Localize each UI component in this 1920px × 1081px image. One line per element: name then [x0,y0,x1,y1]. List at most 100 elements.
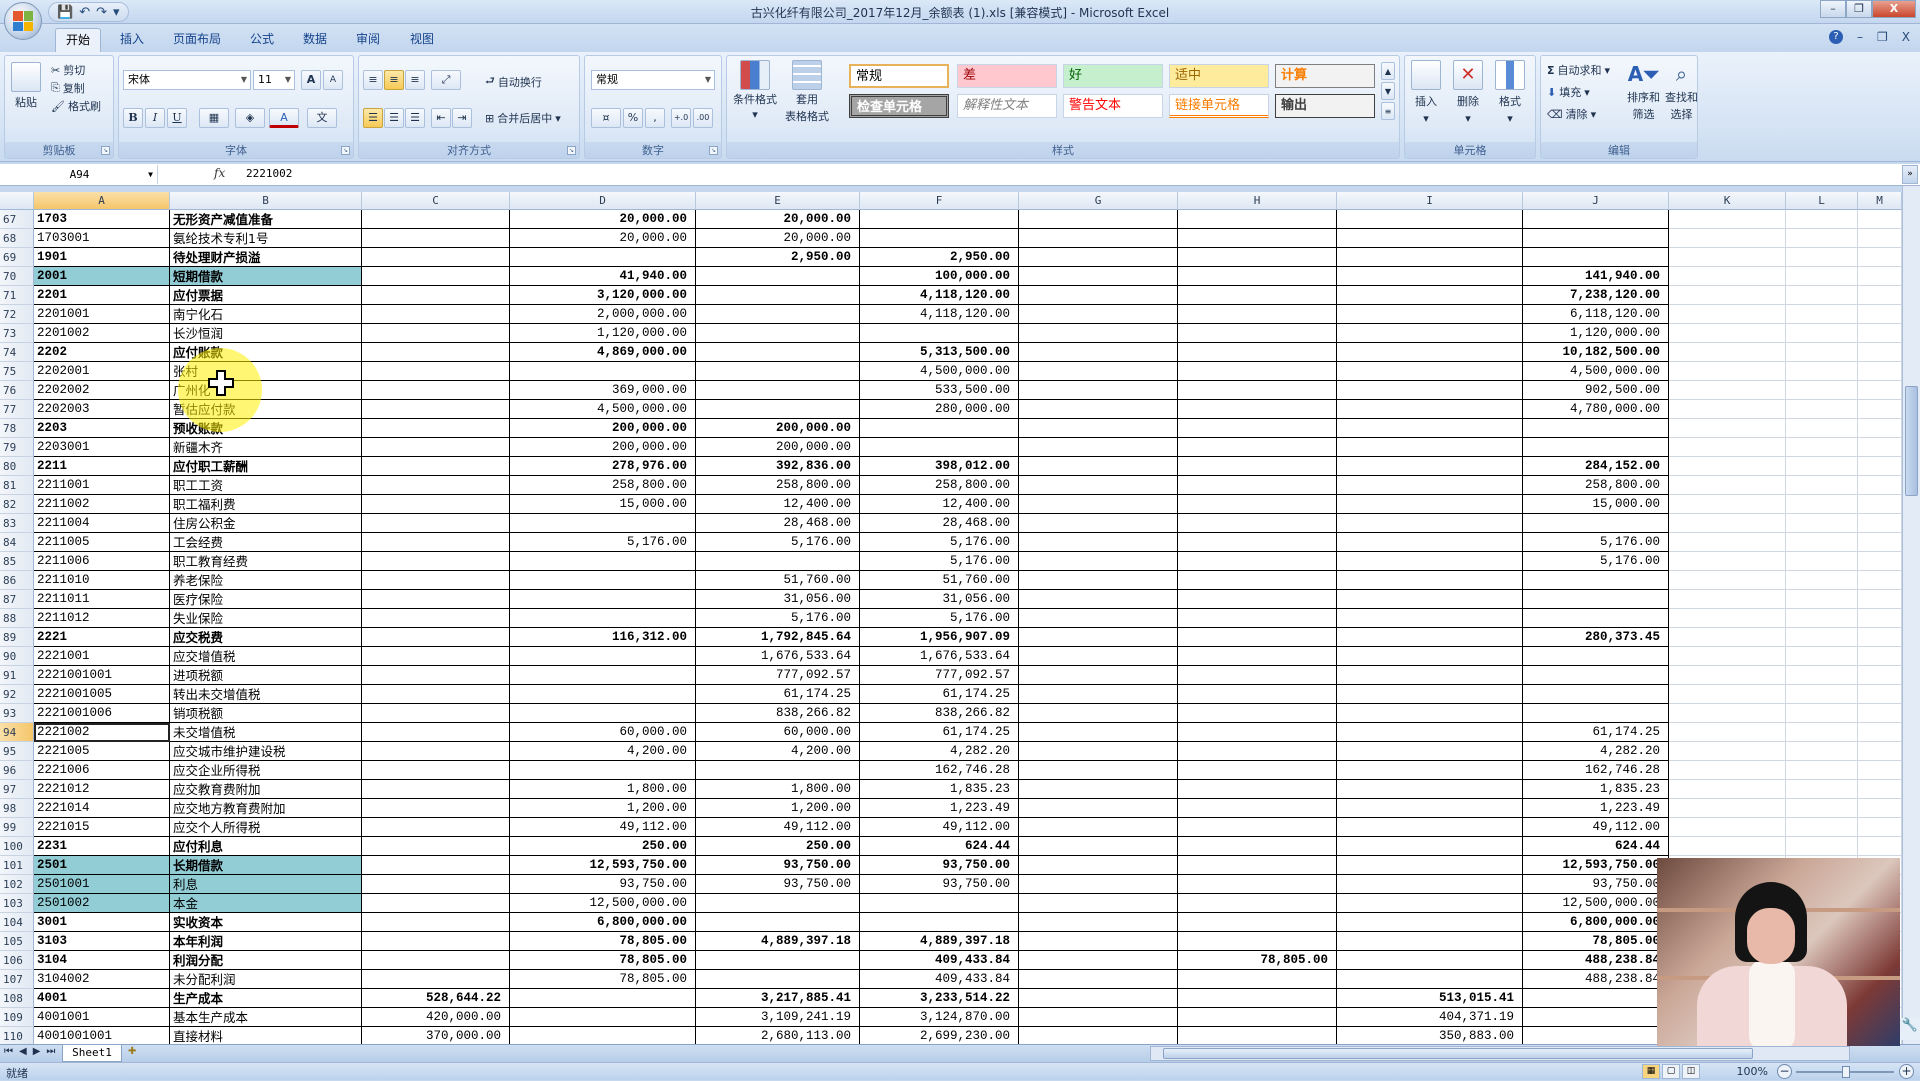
cell-h75[interactable] [1178,362,1337,381]
cell-f96[interactable]: 162,746.28 [860,761,1019,780]
increase-indent-button[interactable]: ⇥ [452,108,472,128]
cell-k93[interactable] [1669,704,1786,723]
cell-d75[interactable] [510,362,696,381]
column-header-f[interactable]: F [860,192,1019,210]
cell-c67[interactable] [362,210,510,229]
cell-a108[interactable]: 4001 [34,989,170,1008]
cell-i68[interactable] [1337,229,1523,248]
cell-g109[interactable] [1019,1008,1178,1027]
cell-l99[interactable] [1786,818,1858,837]
copy-button[interactable]: ⎘ 复制 [51,80,85,96]
cell-k75[interactable] [1669,362,1786,381]
row-header[interactable]: 87 [0,590,34,609]
cell-a73[interactable]: 2201002 [34,324,170,343]
cell-a98[interactable]: 2221014 [34,799,170,818]
zoom-slider-handle[interactable] [1842,1066,1850,1078]
column-header-j[interactable]: J [1523,192,1669,210]
cell-e89[interactable]: 1,792,845.64 [696,628,860,647]
cell-h105[interactable] [1178,932,1337,951]
cell-a83[interactable]: 2211004 [34,514,170,533]
cell-g82[interactable] [1019,495,1178,514]
zoom-in-icon[interactable]: + [1899,1064,1914,1079]
cell-c81[interactable] [362,476,510,495]
cell-d73[interactable]: 1,120,000.00 [510,324,696,343]
cell-g99[interactable] [1019,818,1178,837]
cell-g102[interactable] [1019,875,1178,894]
cell-b110[interactable]: 直接材料 [170,1027,362,1044]
cell-d110[interactable] [510,1027,696,1044]
cell-f68[interactable] [860,229,1019,248]
cell-k83[interactable] [1669,514,1786,533]
cell-h86[interactable] [1178,571,1337,590]
cell-c72[interactable] [362,305,510,324]
cell-c109[interactable]: 420,000.00 [362,1008,510,1027]
cell-h95[interactable] [1178,742,1337,761]
cell-e75[interactable] [696,362,860,381]
find-select-button[interactable]: ⌕ 查找和 选择 [1665,60,1698,122]
cell-b68[interactable]: 氨纶技术专利1号 [170,229,362,248]
cell-j90[interactable] [1523,647,1669,666]
cell-g107[interactable] [1019,970,1178,989]
styles-more-button[interactable]: ≡ [1381,102,1395,120]
column-header-h[interactable]: H [1178,192,1337,210]
cell-g72[interactable] [1019,305,1178,324]
row-header[interactable]: 75 [0,362,34,381]
cell-b72[interactable]: 南宁化石 [170,305,362,324]
cell-a109[interactable]: 4001001 [34,1008,170,1027]
cell-f98[interactable]: 1,223.49 [860,799,1019,818]
cell-i75[interactable] [1337,362,1523,381]
bold-button[interactable]: B [123,108,143,128]
cell-l82[interactable] [1786,495,1858,514]
cell-m71[interactable] [1858,286,1902,305]
style-check-cell[interactable]: 检查单元格 [849,94,949,118]
cell-e95[interactable]: 4,200.00 [696,742,860,761]
borders-button[interactable]: ▦ [199,108,229,128]
conditional-format-button[interactable]: 条件格式 ▾ [733,60,777,121]
cell-c88[interactable] [362,609,510,628]
page-break-view-icon[interactable]: ◫ [1682,1064,1700,1079]
cell-d92[interactable] [510,685,696,704]
cell-i81[interactable] [1337,476,1523,495]
cell-b90[interactable]: 应交增值税 [170,647,362,666]
cell-k69[interactable] [1669,248,1786,267]
paste-button[interactable]: 粘贴 [11,62,41,110]
cell-g105[interactable] [1019,932,1178,951]
cell-l85[interactable] [1786,552,1858,571]
cell-j77[interactable]: 4,780,000.00 [1523,400,1669,419]
cell-j80[interactable]: 284,152.00 [1523,457,1669,476]
cell-k92[interactable] [1669,685,1786,704]
cell-e80[interactable]: 392,836.00 [696,457,860,476]
cell-f95[interactable]: 4,282.20 [860,742,1019,761]
cell-f93[interactable]: 838,266.82 [860,704,1019,723]
cell-g91[interactable] [1019,666,1178,685]
tab-formulas[interactable]: 公式 [240,28,284,52]
cell-b80[interactable]: 应付职工薪酬 [170,457,362,476]
cell-e101[interactable]: 93,750.00 [696,856,860,875]
style-normal[interactable]: 常规 [849,64,949,88]
cell-a99[interactable]: 2221015 [34,818,170,837]
cell-l75[interactable] [1786,362,1858,381]
cell-h93[interactable] [1178,704,1337,723]
row-header[interactable]: 93 [0,704,34,723]
cell-i101[interactable] [1337,856,1523,875]
cell-h79[interactable] [1178,438,1337,457]
help-icon[interactable]: ? [1829,30,1843,44]
cell-f83[interactable]: 28,468.00 [860,514,1019,533]
row-header[interactable]: 96 [0,761,34,780]
cell-m100[interactable] [1858,837,1902,856]
cell-b101[interactable]: 长期借款 [170,856,362,875]
column-header-i[interactable]: I [1337,192,1523,210]
cell-f101[interactable]: 93,750.00 [860,856,1019,875]
cell-j109[interactable] [1523,1008,1669,1027]
cell-h107[interactable] [1178,970,1337,989]
cell-e84[interactable]: 5,176.00 [696,533,860,552]
cell-f72[interactable]: 4,118,120.00 [860,305,1019,324]
cell-d91[interactable] [510,666,696,685]
cell-m95[interactable] [1858,742,1902,761]
row-header[interactable]: 85 [0,552,34,571]
underline-button[interactable]: U [167,108,187,128]
cell-k88[interactable] [1669,609,1786,628]
cell-g74[interactable] [1019,343,1178,362]
cell-c83[interactable] [362,514,510,533]
cell-k78[interactable] [1669,419,1786,438]
